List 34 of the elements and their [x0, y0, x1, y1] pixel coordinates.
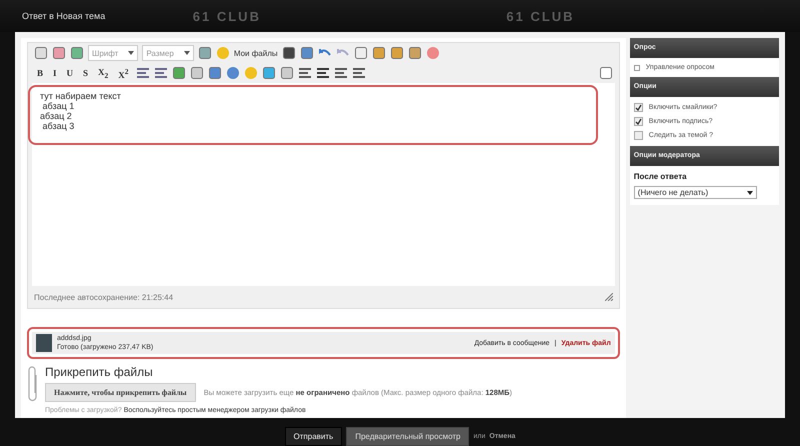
submit-button[interactable]: Отправить — [284, 427, 342, 446]
resize-handle-icon[interactable] — [604, 293, 613, 301]
format-button[interactable]: S — [80, 68, 92, 78]
paperclip-icon — [27, 365, 39, 403]
format-button[interactable]: X$^{2}$ — [115, 66, 132, 80]
page-title: Ответ в Новая тема — [21, 11, 106, 21]
caret-icon — [184, 50, 190, 56]
message-text[interactable]: тут набираем текст абзац 1 абзац 2 абзац 3 — [28, 85, 598, 145]
autosave-status: Последнее автосохранение: 21:25:44 — [34, 292, 174, 302]
format-button[interactable]: U — [64, 68, 76, 78]
list-icon[interactable] — [136, 66, 150, 80]
checkbox[interactable] — [634, 131, 643, 140]
list-icon[interactable] — [154, 66, 168, 80]
logo-text: 61 CLUB — [192, 8, 262, 24]
photo-placeholder — [36, 334, 52, 352]
format-button[interactable]: B — [34, 68, 46, 78]
format-button[interactable]: I — [50, 68, 60, 78]
align-icon[interactable] — [352, 66, 366, 80]
align-icon[interactable] — [334, 66, 348, 80]
section-title: Прикрепить файлы — [45, 365, 154, 379]
align-icon[interactable] — [298, 66, 312, 80]
attach-button[interactable]: Нажмите, чтобы прикрепить файлы — [45, 383, 196, 402]
dropdown[interactable]: (Ничего не делать) — [634, 186, 757, 199]
caret-icon — [128, 50, 134, 56]
preview-button[interactable]: Предварительный просмотр — [346, 427, 470, 446]
logo-text: 61 CLUB — [506, 8, 576, 24]
caret-icon — [746, 190, 753, 196]
my-files-button[interactable]: Мои файлы — [234, 48, 278, 58]
bullet-icon — [634, 64, 640, 70]
checkbox[interactable] — [634, 103, 643, 112]
field-label: После ответа — [634, 172, 688, 181]
checkbox[interactable] — [634, 117, 643, 126]
align-icon[interactable] — [316, 66, 330, 80]
format-button[interactable]: X$_{2}$ — [95, 66, 112, 80]
